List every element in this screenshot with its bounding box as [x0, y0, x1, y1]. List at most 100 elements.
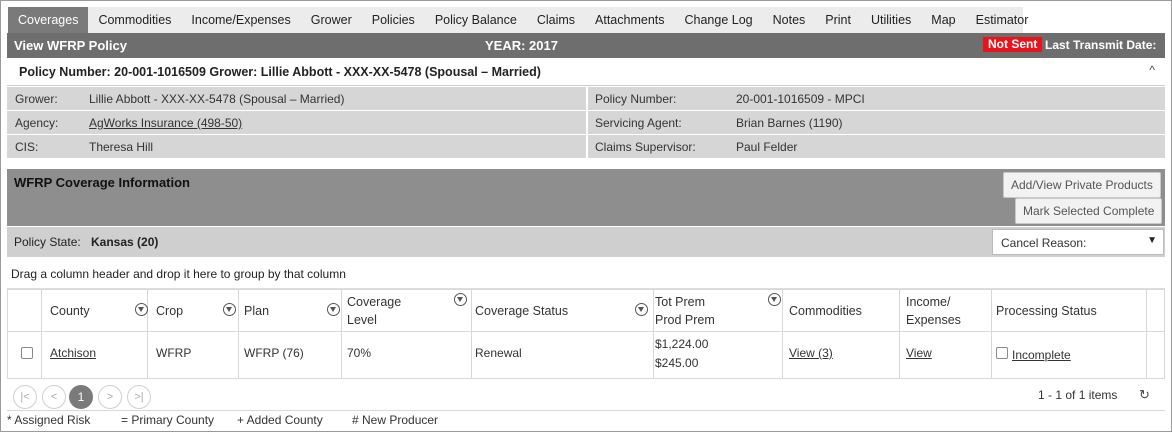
column-header-coverage-level-line2[interactable]: Level: [347, 311, 377, 329]
policy-number-label: Policy Number:: [595, 92, 677, 106]
column-divider: [653, 290, 654, 331]
cancel-reason-select[interactable]: Cancel Reason: ▼: [992, 229, 1164, 255]
tab-policy-balance[interactable]: Policy Balance: [425, 7, 527, 33]
info-row: Agency: AgWorks Insurance (498-50) Servi…: [7, 111, 1165, 134]
column-divider: [653, 332, 654, 378]
column-divider: [991, 332, 992, 378]
tab-claims[interactable]: Claims: [527, 7, 585, 33]
column-header-processing-status[interactable]: Processing Status: [996, 302, 1097, 320]
processing-status-checkbox[interactable]: [996, 347, 1008, 359]
tab-grower[interactable]: Grower: [301, 7, 362, 33]
servicing-agent-value: Brian Barnes (1190): [736, 116, 843, 130]
policy-summary: Policy Number: 20-001-1016509 Grower: Li…: [19, 65, 541, 79]
legend-primary-county: = Primary County: [121, 413, 215, 427]
prev-page-button[interactable]: <: [42, 385, 66, 409]
row-select-checkbox[interactable]: [21, 347, 33, 359]
legend-assigned-risk: * Assigned Risk: [7, 413, 91, 427]
county-link[interactable]: Atchison: [50, 344, 96, 363]
tab-coverages[interactable]: Coverages: [8, 7, 89, 33]
cis-cell: CIS: Theresa Hill: [7, 135, 586, 158]
page-title: View WFRP Policy: [14, 38, 127, 53]
grower-value: Lillie Abbott - XXX-XX-5478 (Spousal – M…: [89, 92, 345, 106]
coverage-status-value: Renewal: [475, 346, 522, 360]
chevron-down-icon: ▼: [1147, 235, 1157, 246]
claims-supervisor-value: Paul Felder: [736, 140, 798, 154]
coverage-level-value: 70%: [347, 346, 372, 360]
column-divider: [1146, 332, 1147, 378]
mark-selected-complete-button[interactable]: Mark Selected Complete: [1015, 198, 1163, 224]
servicing-agent-label: Servicing Agent:: [595, 116, 682, 130]
servicing-agent-cell: Servicing Agent: Brian Barnes (1190): [588, 111, 1165, 134]
tab-attachments[interactable]: Attachments: [585, 7, 674, 33]
column-header-prod-prem[interactable]: Prod Prem: [655, 311, 715, 329]
last-page-button[interactable]: >|: [127, 385, 151, 409]
policy-state-row: Policy State: Kansas (20) Cancel Reason:…: [7, 227, 1165, 257]
agency-link[interactable]: AgWorks Insurance (498-50): [89, 116, 242, 130]
plan-value: WFRP (76): [244, 346, 304, 360]
column-header-crop[interactable]: Crop: [156, 302, 183, 320]
tab-commodities[interactable]: Commodities: [88, 7, 181, 33]
coverage-header: WFRP Coverage Information Add/View Priva…: [7, 169, 1165, 226]
tab-change-log[interactable]: Change Log: [675, 7, 763, 33]
policy-header: Policy Number: 20-001-1016509 Grower: Li…: [7, 58, 1165, 86]
filter-icon[interactable]: [327, 303, 340, 316]
pager: |< < 1 > >| 1 - 1 of 1 items ↻: [7, 379, 1165, 411]
tab-utilities[interactable]: Utilities: [861, 7, 921, 33]
year-label: YEAR: 2017: [485, 38, 558, 53]
column-header-plan[interactable]: Plan: [244, 302, 269, 320]
agency-label: Agency:: [15, 116, 59, 130]
collapse-icon[interactable]: ^: [1149, 63, 1155, 77]
refresh-icon[interactable]: ↻: [1139, 387, 1150, 403]
tab-income-expenses[interactable]: Income/Expenses: [181, 7, 300, 33]
filter-icon[interactable]: [635, 303, 648, 316]
tab-policies[interactable]: Policies: [362, 7, 425, 33]
column-header-income-expenses-line2[interactable]: Expenses: [906, 311, 961, 329]
income-expenses-view-link[interactable]: View: [906, 344, 932, 363]
tab-notes[interactable]: Notes: [763, 7, 816, 33]
column-header-coverage-status[interactable]: Coverage Status: [475, 302, 568, 320]
crop-value: WFRP: [156, 346, 192, 360]
filter-icon[interactable]: [768, 293, 781, 306]
filter-icon[interactable]: [135, 303, 148, 316]
group-drop-area[interactable]: Drag a column header and drop it here to…: [7, 259, 1165, 289]
title-bar: View WFRP Policy YEAR: 2017 Not Sent Las…: [7, 33, 1165, 58]
cis-value: Theresa Hill: [89, 140, 154, 154]
column-header-county[interactable]: County: [50, 302, 90, 320]
grid-header: County Crop Plan Coverage Level Coverage…: [8, 290, 1164, 332]
column-header-commodities[interactable]: Commodities: [789, 302, 862, 320]
status-badge: Not Sent: [983, 37, 1043, 52]
column-divider: [147, 332, 148, 378]
cancel-reason-value: Cancel Reason:: [1001, 236, 1087, 250]
column-header-tot-prem[interactable]: Tot Prem: [655, 293, 705, 311]
tab-map[interactable]: Map: [921, 7, 965, 33]
filter-icon[interactable]: [223, 303, 236, 316]
column-divider: [899, 332, 900, 378]
tab-bar: Coverages Commodities Income/Expenses Gr…: [8, 7, 1028, 33]
filter-icon[interactable]: [454, 293, 467, 306]
column-divider: [899, 290, 900, 331]
column-header-coverage-level[interactable]: Coverage: [347, 293, 401, 311]
page-1-button[interactable]: 1: [69, 385, 93, 409]
column-divider: [782, 290, 783, 331]
info-row: CIS: Theresa Hill Claims Supervisor: Pau…: [7, 135, 1165, 158]
tot-prem-value: $1,224.00: [655, 337, 709, 351]
grower-cell: Grower: Lillie Abbott - XXX-XX-5478 (Spo…: [7, 87, 586, 110]
tab-print[interactable]: Print: [815, 7, 861, 33]
coverage-grid: County Crop Plan Coverage Level Coverage…: [7, 289, 1165, 379]
info-row: Grower: Lillie Abbott - XXX-XX-5478 (Spo…: [7, 87, 1165, 110]
next-page-button[interactable]: >: [98, 385, 122, 409]
policy-state-value: Kansas (20): [91, 235, 159, 249]
tab-estimator[interactable]: Estimator: [966, 7, 1039, 33]
column-divider: [782, 332, 783, 378]
add-view-private-products-button[interactable]: Add/View Private Products: [1003, 172, 1161, 198]
commodities-view-link[interactable]: View (3): [789, 344, 833, 363]
column-divider: [991, 290, 992, 331]
processing-status-link[interactable]: Incomplete: [1012, 346, 1071, 365]
agency-cell: Agency: AgWorks Insurance (498-50): [7, 111, 586, 134]
pager-info: 1 - 1 of 1 items: [1038, 388, 1118, 402]
column-divider: [341, 332, 342, 378]
column-header-income-expenses[interactable]: Income/: [906, 293, 950, 311]
first-page-button[interactable]: |<: [13, 385, 37, 409]
column-divider: [238, 332, 239, 378]
coverage-title: WFRP Coverage Information: [14, 175, 191, 190]
